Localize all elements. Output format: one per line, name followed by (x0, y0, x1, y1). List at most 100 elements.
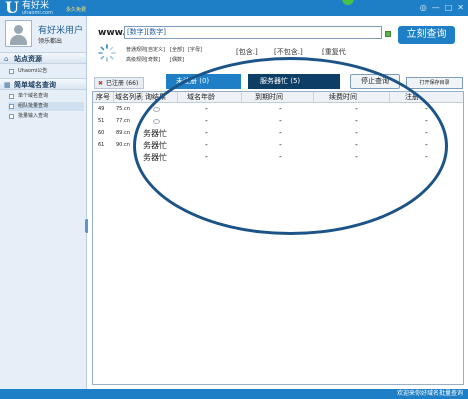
cell-result: 务器忙 (143, 141, 167, 150)
cell-registrar: - (425, 128, 428, 137)
tab-registered[interactable]: ✖ 已注册 (66) (94, 77, 144, 89)
sidebar-item-label: 批量输入查询 (18, 113, 49, 119)
cell-domain: 77.cn (116, 118, 130, 124)
tab-server-busy[interactable]: 服务器忙 (5) (248, 74, 340, 89)
cell-registrar: - (425, 152, 428, 161)
rule-all[interactable]: [全部] (170, 46, 184, 53)
stop-query-button[interactable]: 停止查询 (350, 74, 400, 89)
sidebar-item-label: Uhaomi公告 (18, 68, 48, 74)
section-label: 简单域名查询 (14, 81, 56, 89)
cell-no: 61 (98, 142, 105, 148)
sidebar: 有好米用户 领乐都出 ⌂ 站点资源 Uhaomi公告 ▦ 简单域名查询 单个域名… (0, 16, 89, 389)
www-prefix: www. (98, 28, 126, 38)
sidebar-item-batch-query[interactable]: 组队批量查询 (8, 102, 84, 111)
section-label: 站点资源 (14, 55, 42, 63)
column-divider[interactable] (113, 92, 114, 103)
column-header-no[interactable]: 序号 (96, 92, 110, 103)
feedback-icon[interactable]: ◎ (420, 3, 427, 12)
avatar-body-shape (10, 35, 27, 45)
status-indicator (342, 0, 354, 5)
title-bar: U 有好米 uhaomi.com 永久免费 ◎ — □ ✕ (0, 0, 468, 16)
rule-custom[interactable]: [自定义] (146, 46, 165, 53)
sidebar-item-label: 组队批量查询 (18, 103, 49, 109)
loading-icon (153, 107, 160, 112)
sidebar-item-label: 单个域名查询 (18, 93, 49, 99)
sidebar-item-single-query[interactable]: 单个域名查询 (8, 92, 84, 101)
close-icon[interactable]: ✕ (457, 3, 464, 12)
cell-age: - (205, 152, 208, 161)
column-divider[interactable] (141, 92, 142, 103)
open-save-dir-button[interactable]: 打开保存目录 (406, 77, 463, 89)
minimize-icon[interactable]: — (432, 3, 440, 12)
home-icon: ⌂ (4, 55, 9, 63)
window-buttons: ◎ — □ ✕ (420, 3, 464, 12)
column-header-renew[interactable]: 续费时间 (329, 92, 357, 103)
domain-pattern-input[interactable]: [数字][数字] (124, 26, 382, 39)
cell-no: 49 (98, 106, 105, 112)
tab-label: 已注册 (106, 80, 125, 87)
add-icon[interactable] (385, 31, 391, 37)
cell-registrar: - (425, 140, 428, 149)
column-divider[interactable] (177, 92, 178, 103)
rule-label-advanced: 高级规则 (126, 57, 147, 63)
filter-not-contains-dot[interactable]: [不包含.] (274, 47, 303, 57)
rule-letters[interactable]: [字母] (188, 46, 202, 53)
cell-age: - (205, 104, 208, 113)
page-icon (9, 94, 14, 99)
sidebar-item-announcement[interactable]: Uhaomi公告 (8, 67, 84, 76)
maximize-icon[interactable]: □ (445, 3, 453, 12)
tab-count: (5) (290, 77, 301, 85)
rule-label-normal: 普通规则 (126, 47, 147, 53)
cell-no: 60 (98, 130, 105, 136)
page-icon (9, 114, 14, 119)
sidebar-item-batch-input[interactable]: 批量输入查询 (8, 112, 84, 121)
results-table[interactable]: 序号 域名列表 询结果 域名年龄 到期时间 续费时间 注册 49 75.cn -… (92, 91, 464, 385)
column-header-result[interactable]: 询结果 (145, 92, 166, 103)
cell-renew: - (355, 116, 358, 125)
rule-odd[interactable]: [奇数] (146, 56, 160, 63)
filter-contains-dot[interactable]: [包含.] (236, 47, 258, 57)
footer-text: 欢迎来你好域名批量查询 (396, 390, 463, 397)
cell-renew: - (355, 128, 358, 137)
section-site-resources[interactable]: ⌂ 站点资源 (0, 52, 86, 64)
tab-unregistered[interactable]: 未注册 (0) (166, 74, 241, 89)
tab-count: (66) (125, 80, 139, 87)
cell-renew: - (355, 140, 358, 149)
cell-expire: - (279, 140, 282, 149)
page-icon (9, 104, 14, 109)
close-icon: ✖ (98, 80, 104, 87)
tab-count: (0) (199, 77, 210, 85)
filter-repeat[interactable]: [重复代 (322, 47, 346, 57)
loading-spinner-icon (98, 44, 116, 62)
avatar[interactable] (5, 20, 32, 47)
section-domain-query[interactable]: ▦ 简单域名查询 (0, 78, 86, 90)
column-header-age[interactable]: 域名年龄 (187, 92, 215, 103)
column-divider[interactable] (389, 92, 390, 103)
cell-result: 务器忙 (143, 153, 167, 162)
tab-label: 未注册 (176, 77, 197, 85)
column-divider[interactable] (313, 92, 314, 103)
cell-expire: - (279, 116, 282, 125)
cell-age: - (205, 116, 208, 125)
cell-domain: 75.cn (116, 106, 130, 112)
column-header-expire[interactable]: 到期时间 (255, 92, 283, 103)
avatar-head-shape (14, 25, 23, 34)
tab-label: 服务器忙 (260, 77, 288, 85)
column-divider[interactable] (241, 92, 242, 103)
cell-age: - (205, 128, 208, 137)
column-header-registrar[interactable]: 注册 (405, 92, 419, 103)
cell-expire: - (279, 104, 282, 113)
cell-registrar: - (425, 104, 428, 113)
cell-domain: 90.cn (116, 142, 130, 148)
logout-link[interactable]: 领乐都出 (38, 36, 62, 45)
cell-expire: - (279, 152, 282, 161)
column-header-domain[interactable]: 域名列表 (115, 92, 143, 103)
cell-domain: 89.cn (116, 130, 130, 136)
rule-even[interactable]: [偶数] (170, 56, 184, 63)
cell-expire: - (279, 128, 282, 137)
cell-age: - (205, 140, 208, 149)
cell-registrar: - (425, 116, 428, 125)
page-icon (9, 69, 14, 74)
free-badge: 永久免费 (66, 7, 87, 13)
query-now-button[interactable]: 立刻查询 (398, 26, 455, 44)
